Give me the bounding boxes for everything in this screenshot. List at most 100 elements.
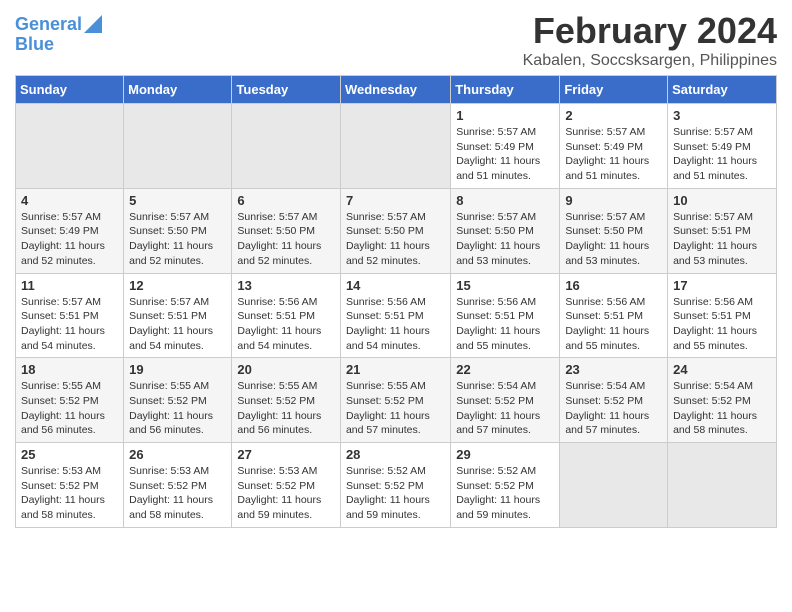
day-number: 15 (456, 278, 554, 293)
calendar-week-row: 25 Sunrise: 5:53 AMSunset: 5:52 PMDayligh… (16, 443, 777, 528)
day-detail: Sunrise: 5:57 AMSunset: 5:49 PMDaylight:… (21, 210, 118, 269)
day-detail: Sunrise: 5:56 AMSunset: 5:51 PMDaylight:… (346, 295, 445, 354)
day-number: 3 (673, 108, 771, 123)
header-wednesday: Wednesday (340, 76, 450, 104)
calendar-cell: 25 Sunrise: 5:53 AMSunset: 5:52 PMDayligh… (16, 443, 124, 528)
day-number: 27 (237, 447, 335, 462)
logo-text-line1: General (15, 15, 82, 35)
calendar-cell: 24 Sunrise: 5:54 AMSunset: 5:52 PMDayligh… (668, 358, 777, 443)
day-number: 24 (673, 362, 771, 377)
calendar-cell: 27 Sunrise: 5:53 AMSunset: 5:52 PMDayligh… (232, 443, 341, 528)
day-number: 9 (565, 193, 662, 208)
calendar-week-row: 11 Sunrise: 5:57 AMSunset: 5:51 PMDayligh… (16, 273, 777, 358)
day-detail: Sunrise: 5:57 AMSunset: 5:50 PMDaylight:… (129, 210, 226, 269)
calendar-cell: 2Sunrise: 5:57 AMSunset: 5:49 PMDaylight… (560, 104, 668, 189)
calendar-cell: 15 Sunrise: 5:56 AMSunset: 5:51 PMDayligh… (451, 273, 560, 358)
calendar-week-row: 1Sunrise: 5:57 AMSunset: 5:49 PMDaylight… (16, 104, 777, 189)
calendar-cell (232, 104, 341, 189)
calendar-cell: 11 Sunrise: 5:57 AMSunset: 5:51 PMDayligh… (16, 273, 124, 358)
calendar-cell: 4Sunrise: 5:57 AMSunset: 5:49 PMDaylight… (16, 188, 124, 273)
calendar-cell (560, 443, 668, 528)
calendar-cell: 19 Sunrise: 5:55 AMSunset: 5:52 PMDayligh… (124, 358, 232, 443)
day-detail: Sunrise: 5:53 AMSunset: 5:52 PMDaylight:… (129, 464, 226, 523)
day-number: 22 (456, 362, 554, 377)
header-thursday: Thursday (451, 76, 560, 104)
day-number: 14 (346, 278, 445, 293)
day-detail: Sunrise: 5:55 AMSunset: 5:52 PMDaylight:… (237, 379, 335, 438)
calendar-cell: 13Sunrise: 5:56 AMSunset: 5:51 PMDayligh… (232, 273, 341, 358)
day-detail: Sunrise: 5:57 AMSunset: 5:49 PMDaylight:… (565, 125, 662, 184)
day-number: 5 (129, 193, 226, 208)
calendar-cell: 28Sunrise: 5:52 AMSunset: 5:52 PMDayligh… (340, 443, 450, 528)
day-detail: Sunrise: 5:54 AMSunset: 5:52 PMDaylight:… (673, 379, 771, 438)
calendar-cell: 20 Sunrise: 5:55 AMSunset: 5:52 PMDayligh… (232, 358, 341, 443)
day-number: 16 (565, 278, 662, 293)
calendar-cell (124, 104, 232, 189)
calendar-table: Sunday Monday Tuesday Wednesday Thursday… (15, 75, 777, 528)
title-block: February 2024 Kabalen, Soccsksargen, Phi… (523, 10, 777, 70)
day-detail: Sunrise: 5:53 AMSunset: 5:52 PMDaylight:… (21, 464, 118, 523)
day-detail: Sunrise: 5:57 AMSunset: 5:51 PMDaylight:… (21, 295, 118, 354)
logo-text-line2: Blue (15, 35, 54, 55)
calendar-cell: 21Sunrise: 5:55 AMSunset: 5:52 PMDayligh… (340, 358, 450, 443)
day-detail: Sunrise: 5:53 AMSunset: 5:52 PMDaylight:… (237, 464, 335, 523)
day-number: 29 (456, 447, 554, 462)
header-sunday: Sunday (16, 76, 124, 104)
day-detail: Sunrise: 5:57 AMSunset: 5:49 PMDaylight:… (673, 125, 771, 184)
day-detail: Sunrise: 5:57 AMSunset: 5:51 PMDaylight:… (673, 210, 771, 269)
day-detail: Sunrise: 5:55 AMSunset: 5:52 PMDaylight:… (129, 379, 226, 438)
day-detail: Sunrise: 5:52 AMSunset: 5:52 PMDaylight:… (456, 464, 554, 523)
calendar-body: 1Sunrise: 5:57 AMSunset: 5:49 PMDaylight… (16, 104, 777, 528)
day-detail: Sunrise: 5:57 AMSunset: 5:50 PMDaylight:… (346, 210, 445, 269)
day-detail: Sunrise: 5:56 AMSunset: 5:51 PMDaylight:… (565, 295, 662, 354)
calendar-cell: 1Sunrise: 5:57 AMSunset: 5:49 PMDaylight… (451, 104, 560, 189)
day-detail: Sunrise: 5:57 AMSunset: 5:50 PMDaylight:… (456, 210, 554, 269)
day-number: 7 (346, 193, 445, 208)
day-number: 20 (237, 362, 335, 377)
calendar-cell (668, 443, 777, 528)
day-detail: Sunrise: 5:57 AMSunset: 5:50 PMDaylight:… (565, 210, 662, 269)
day-number: 18 (21, 362, 118, 377)
calendar-cell: 26Sunrise: 5:53 AMSunset: 5:52 PMDayligh… (124, 443, 232, 528)
calendar-cell: 9 Sunrise: 5:57 AMSunset: 5:50 PMDaylight… (560, 188, 668, 273)
day-number: 8 (456, 193, 554, 208)
day-detail: Sunrise: 5:56 AMSunset: 5:51 PMDaylight:… (456, 295, 554, 354)
calendar-week-row: 18 Sunrise: 5:55 AMSunset: 5:52 PMDayligh… (16, 358, 777, 443)
day-number: 19 (129, 362, 226, 377)
page-subtitle: Kabalen, Soccsksargen, Philippines (523, 52, 777, 70)
calendar-cell: 5 Sunrise: 5:57 AMSunset: 5:50 PMDaylight… (124, 188, 232, 273)
calendar-cell (16, 104, 124, 189)
day-detail: Sunrise: 5:56 AMSunset: 5:51 PMDaylight:… (673, 295, 771, 354)
day-detail: Sunrise: 5:55 AMSunset: 5:52 PMDaylight:… (21, 379, 118, 438)
page-header: General Blue February 2024 Kabalen, Socc… (15, 10, 777, 70)
day-number: 6 (237, 193, 335, 208)
calendar-cell: 7 Sunrise: 5:57 AMSunset: 5:50 PMDaylight… (340, 188, 450, 273)
day-number: 11 (21, 278, 118, 293)
header-saturday: Saturday (668, 76, 777, 104)
day-number: 17 (673, 278, 771, 293)
calendar-cell: 10 Sunrise: 5:57 AMSunset: 5:51 PMDayligh… (668, 188, 777, 273)
calendar-cell: 3 Sunrise: 5:57 AMSunset: 5:49 PMDaylight… (668, 104, 777, 189)
calendar-cell (340, 104, 450, 189)
day-number: 28 (346, 447, 445, 462)
calendar-cell: 8 Sunrise: 5:57 AMSunset: 5:50 PMDaylight… (451, 188, 560, 273)
calendar-cell: 17 Sunrise: 5:56 AMSunset: 5:51 PMDayligh… (668, 273, 777, 358)
header-friday: Friday (560, 76, 668, 104)
calendar-cell: 6 Sunrise: 5:57 AMSunset: 5:50 PMDaylight… (232, 188, 341, 273)
header-monday: Monday (124, 76, 232, 104)
calendar-week-row: 4Sunrise: 5:57 AMSunset: 5:49 PMDaylight… (16, 188, 777, 273)
calendar-cell: 29 Sunrise: 5:52 AMSunset: 5:52 PMDayligh… (451, 443, 560, 528)
day-detail: Sunrise: 5:57 AMSunset: 5:51 PMDaylight:… (129, 295, 226, 354)
logo: General Blue (15, 15, 102, 55)
day-detail: Sunrise: 5:56 AMSunset: 5:51 PMDaylight:… (237, 295, 335, 354)
calendar-header-row: Sunday Monday Tuesday Wednesday Thursday… (16, 76, 777, 104)
day-number: 25 (21, 447, 118, 462)
day-number: 21 (346, 362, 445, 377)
day-detail: Sunrise: 5:54 AMSunset: 5:52 PMDaylight:… (565, 379, 662, 438)
day-detail: Sunrise: 5:54 AMSunset: 5:52 PMDaylight:… (456, 379, 554, 438)
day-detail: Sunrise: 5:57 AMSunset: 5:50 PMDaylight:… (237, 210, 335, 269)
day-number: 23 (565, 362, 662, 377)
page-title: February 2024 (523, 10, 777, 52)
calendar-cell: 12Sunrise: 5:57 AMSunset: 5:51 PMDayligh… (124, 273, 232, 358)
day-number: 10 (673, 193, 771, 208)
